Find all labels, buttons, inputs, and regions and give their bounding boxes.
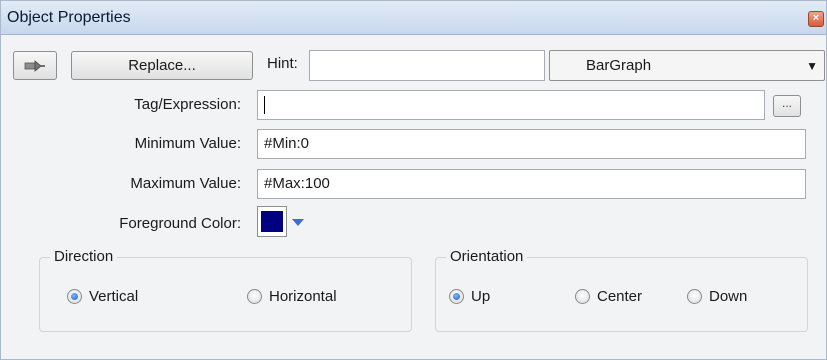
title-bar: Object Properties × xyxy=(1,1,826,35)
foreground-color-label: Foreground Color: xyxy=(119,215,241,232)
orientation-center-label: Center xyxy=(597,288,643,305)
radio-unchecked-icon xyxy=(575,289,590,304)
pin-icon xyxy=(24,60,45,72)
orientation-group-title: Orientation xyxy=(446,248,528,265)
orientation-center-radio[interactable]: Center xyxy=(575,288,642,305)
minimum-value-input[interactable]: #Min:0 xyxy=(257,129,806,159)
maximum-value-label: Maximum Value: xyxy=(130,175,241,192)
chevron-down-icon: ▼ xyxy=(806,59,818,73)
object-type-select[interactable]: BarGraph ▼ xyxy=(549,50,825,81)
direction-vertical-radio[interactable]: Vertical xyxy=(67,288,138,305)
foreground-color-swatch xyxy=(261,211,283,232)
direction-horizontal-label: Horizontal xyxy=(269,288,337,305)
radio-unchecked-icon xyxy=(687,289,702,304)
radio-unchecked-icon xyxy=(247,289,262,304)
orientation-up-label: Up xyxy=(471,288,491,305)
object-properties-window: Object Properties × Replace... Hint: Bar… xyxy=(0,0,827,360)
tag-expression-input[interactable] xyxy=(257,90,765,120)
hint-label: Hint: xyxy=(267,55,298,72)
direction-group-title: Direction xyxy=(50,248,118,265)
pin-button[interactable] xyxy=(13,51,57,80)
foreground-color-picker[interactable] xyxy=(257,206,287,237)
object-type-value: BarGraph xyxy=(586,57,652,74)
maximum-value-input[interactable]: #Max:100 xyxy=(257,169,806,199)
radio-checked-icon xyxy=(67,289,82,304)
orientation-down-radio[interactable]: Down xyxy=(687,288,747,305)
orientation-down-label: Down xyxy=(709,288,748,305)
text-caret xyxy=(264,96,265,115)
close-button[interactable]: × xyxy=(808,11,824,27)
orientation-up-radio[interactable]: Up xyxy=(449,288,490,305)
radio-checked-icon xyxy=(449,289,464,304)
direction-horizontal-radio[interactable]: Horizontal xyxy=(247,288,337,305)
minimum-value-label: Minimum Value: xyxy=(134,135,241,152)
replace-button[interactable]: Replace... xyxy=(71,51,253,80)
browse-button[interactable]: ... xyxy=(773,95,801,117)
window-title: Object Properties xyxy=(7,9,131,26)
direction-vertical-label: Vertical xyxy=(89,288,139,305)
tag-expression-label: Tag/Expression: xyxy=(134,96,241,113)
hint-input[interactable] xyxy=(309,50,545,81)
color-dropdown-arrow-icon[interactable] xyxy=(292,219,304,226)
